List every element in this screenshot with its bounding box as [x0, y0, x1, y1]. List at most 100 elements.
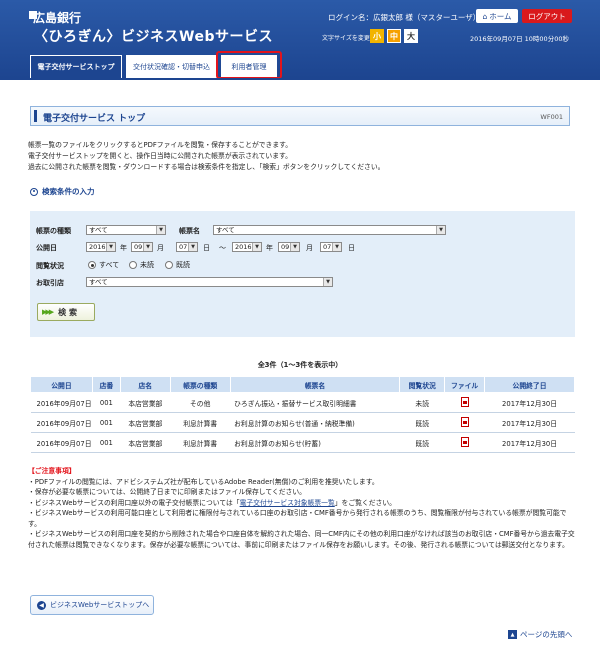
column-header: 店名: [119, 376, 171, 393]
pdf-file-icon[interactable]: [460, 416, 469, 427]
back-to-business-top-button[interactable]: ◀ ビジネスWebサービストップへ: [30, 595, 154, 615]
search-button-label: 検 索: [58, 307, 77, 317]
type-select-value: すべて: [89, 226, 108, 234]
name-label: 帳票名: [179, 227, 200, 235]
bank-name: 広島銀行: [33, 11, 82, 25]
to-year-select[interactable]: 2016 ▼: [232, 242, 262, 252]
column-header: 帳票の種類: [169, 376, 231, 393]
unit-month: 月: [157, 244, 164, 252]
cell-doc-name: ひろぎん振込・振替サービス取引明細書: [230, 392, 400, 413]
to-day-select[interactable]: 07 ▼: [320, 242, 342, 252]
cell-status: 未読: [399, 392, 445, 413]
logout-button[interactable]: ログアウト: [522, 9, 572, 23]
from-day-value: 07: [179, 243, 188, 251]
current-datetime: 2016年09月07日 10時00分00秒: [470, 35, 569, 43]
to-year-value: 2016: [235, 243, 252, 251]
cell-file: [444, 432, 485, 453]
arrow-up-icon: ▲: [508, 630, 517, 639]
note-item: ・ビジネスWebサービスの利用口座を契約から削除された場合や口座自体を解約された…: [28, 530, 575, 549]
type-select[interactable]: すべて ▼: [86, 225, 166, 235]
unit-day: 日: [348, 244, 355, 252]
unit-year: 年: [266, 244, 273, 252]
status-read-label: 既読: [176, 261, 190, 269]
to-day-value: 07: [323, 243, 332, 251]
status-all-label: すべて: [99, 261, 120, 269]
cell-branch-name: 本店営業部: [120, 392, 171, 413]
unit-month: 月: [306, 244, 313, 252]
cell-date: 2016年09月07日: [30, 392, 93, 413]
site-header: 広島銀行 〈ひろぎん〉ビジネスWebサービス ログイン名：広銀太郎 様（マスター…: [0, 0, 600, 79]
from-day-select[interactable]: 07 ▼: [176, 242, 198, 252]
note-item: ・保存が必要な帳票については、公開終了日までに印刷またはファイル保存してください…: [28, 488, 306, 496]
home-label: ホーム: [489, 11, 512, 21]
column-header: 閲覧状況: [399, 376, 446, 393]
cell-end-date: 2017年12月30日: [484, 432, 575, 453]
tab-top[interactable]: 電子交付サービストップ: [30, 55, 122, 78]
cell-branch-name: 本店営業部: [120, 432, 171, 453]
note-text: ・ビジネスWebサービスの利用口座以外の電子交付帳票については「: [28, 498, 240, 507]
chevron-down-icon: ▼: [332, 243, 341, 251]
search-button[interactable]: ▶▶▶ 検 索: [37, 303, 95, 321]
type-label: 帳票の種類: [36, 227, 71, 235]
from-month-select[interactable]: 09 ▼: [131, 242, 153, 252]
page-title-bar: 電子交付サービス トップ WF001: [30, 106, 570, 126]
chevron-down-icon: ▼: [290, 243, 299, 251]
pdf-file-icon[interactable]: [460, 396, 469, 407]
note-text: 」をご覧ください。: [334, 498, 396, 507]
result-count: 全3件（1～3件を表示中）: [257, 361, 343, 369]
header-divider: [0, 78, 600, 80]
cell-file: [444, 412, 485, 433]
cell-end-date: 2017年12月30日: [484, 412, 575, 433]
fontsize-label: 文字サイズを変更: [322, 35, 370, 42]
branch-select[interactable]: すべて ▼: [86, 277, 333, 287]
status-unread-label: 未読: [140, 261, 154, 269]
column-header: ファイル: [444, 376, 486, 393]
results-table: 公開日 店番 店名 帳票の種類 帳票名 閲覧状況 ファイル 公開終了日 2016…: [30, 376, 575, 453]
cell-type: 利息計算書: [170, 412, 231, 433]
tab-status[interactable]: 交付状況確認・切替申込: [126, 55, 217, 78]
cell-doc-name: お利息計算のお知らせ(貯蓄): [230, 432, 400, 453]
cell-status: 既読: [399, 432, 445, 453]
search-section-heading: 検索条件の入力: [30, 186, 95, 197]
page-title: 電子交付サービス トップ: [43, 114, 146, 124]
column-header: 公開終了日: [484, 376, 575, 393]
description-line-2: 電子交付サービストップを開くと、操作日当時に公開された帳票が表示されています。: [28, 152, 292, 160]
from-year-select[interactable]: 2016 ▼: [86, 242, 116, 252]
page-top-label: ページの先頭へ: [520, 630, 573, 639]
column-header: 店番: [91, 376, 121, 393]
description-line-3: 過去に公開された帳票を閲覧・ダウンロードする場合は検索条件を指定し、「検索」ボタ…: [28, 163, 385, 171]
cell-type: 利息計算書: [170, 432, 231, 453]
fontsize-large-button[interactable]: 大: [404, 29, 418, 43]
status-radio-all[interactable]: すべて: [88, 260, 119, 270]
back-button-label: ビジネスWebサービストップへ: [50, 601, 150, 609]
description-line-1: 帳票一覧のファイルをクリックするとPDFファイルを閲覧・保存することができます。: [28, 141, 293, 149]
chevron-left-icon: ◀: [37, 600, 46, 610]
name-select[interactable]: すべて ▼: [213, 225, 446, 235]
title-accent: [34, 110, 37, 122]
home-button[interactable]: ⌂ ホーム: [476, 9, 518, 23]
search-panel: 帳票の種類 すべて ▼ 帳票名 すべて ▼ 公開日 2016 ▼ 年 09 ▼ 月 07…: [30, 211, 575, 337]
fontsize-medium-button[interactable]: 中: [387, 29, 401, 43]
name-select-value: すべて: [216, 226, 235, 234]
status-radio-unread[interactable]: 未読: [129, 260, 154, 270]
radio-icon: [165, 261, 173, 269]
cell-branch-name: 本店営業部: [120, 412, 171, 433]
branch-label: お取引店: [36, 279, 64, 287]
home-icon: ⌂: [482, 11, 488, 21]
table-row: 2016年09月07日 001 本店営業部 その他 ひろぎん振込・振替サービス取…: [30, 392, 575, 413]
page-top-link[interactable]: ▲ ページの先頭へ: [508, 629, 572, 640]
status-label: 閲覧状況: [36, 262, 64, 270]
to-month-select[interactable]: 09 ▼: [278, 242, 300, 252]
pdf-file-icon[interactable]: [460, 436, 469, 447]
cell-status: 既読: [399, 412, 445, 433]
triple-arrow-icon: ▶▶▶: [42, 308, 54, 316]
note-item: ・ビジネスWebサービスの利用口座以外の電子交付帳票については「電子交付サービス…: [28, 498, 576, 509]
fontsize-small-button[interactable]: 小: [370, 29, 384, 43]
tab-highlight: [216, 51, 282, 79]
chevron-down-icon: ▼: [323, 278, 332, 286]
chevron-down-icon: ▼: [252, 243, 261, 251]
status-radio-read[interactable]: 既読: [165, 260, 190, 270]
table-header-row: 公開日 店番 店名 帳票の種類 帳票名 閲覧状況 ファイル 公開終了日: [30, 376, 575, 393]
date-range-tilde: ～: [219, 244, 226, 252]
target-doc-list-link[interactable]: 電子交付サービス対象帳票一覧: [240, 499, 335, 507]
